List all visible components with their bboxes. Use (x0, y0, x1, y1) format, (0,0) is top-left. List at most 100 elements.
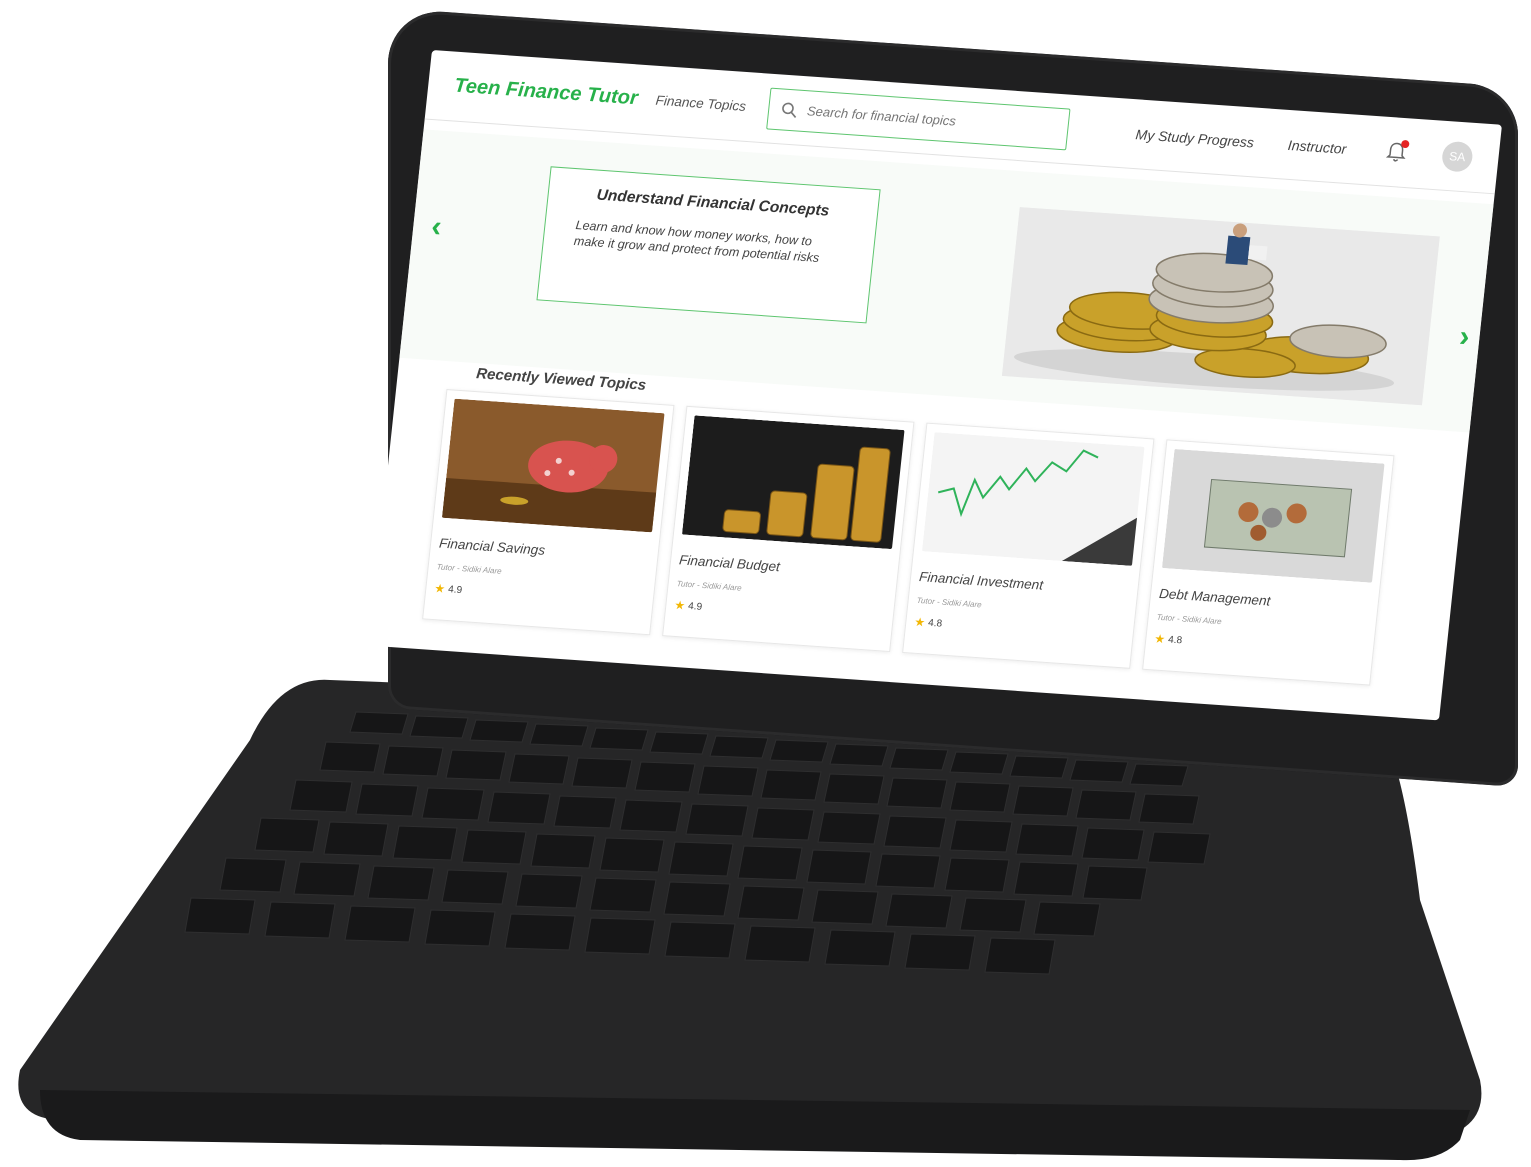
keyboard-key (355, 783, 419, 817)
study-progress-link[interactable]: My Study Progress (1135, 126, 1255, 150)
notification-bell[interactable] (1385, 139, 1410, 163)
topic-card[interactable]: Debt Management Tutor - Sidiki Alare ★ 4… (1142, 439, 1395, 686)
rating-value: 4.8 (1167, 634, 1183, 646)
keyboard-key (421, 787, 485, 821)
topic-rating: ★ 4.9 (674, 598, 885, 627)
star-icon: ★ (673, 598, 686, 613)
search-icon (781, 102, 796, 118)
instructor-link[interactable]: Instructor (1287, 136, 1347, 156)
keyboard-key (1009, 755, 1069, 779)
keyboard-key (737, 845, 803, 881)
topic-rating: ★ 4.8 (1154, 632, 1365, 661)
topic-card[interactable]: Financial Investment Tutor - Sidiki Alar… (902, 422, 1155, 669)
keyboard-key (817, 811, 881, 845)
keyboard-key (824, 929, 896, 967)
keyboard-key (469, 719, 529, 743)
keyboard-key (649, 731, 709, 755)
keyboard-key (619, 799, 683, 833)
stock-chart-image (921, 432, 1145, 566)
topic-tutor: Tutor - Sidiki Alare (436, 562, 503, 576)
keyboard-key (949, 781, 1011, 813)
keyboard-key (409, 715, 469, 739)
notification-dot (1400, 139, 1410, 148)
star-icon: ★ (1153, 631, 1166, 647)
keyboard-key (760, 769, 822, 801)
topic-title: Debt Management (1158, 585, 1272, 609)
keyboard-key (184, 897, 256, 935)
keyboard-key (219, 857, 287, 893)
keyboard-key (264, 901, 336, 939)
topic-title: Financial Budget (678, 552, 781, 575)
keyboard-key (751, 807, 815, 841)
recent-topics-list: Financial Savings Tutor - Sidiki Alare ★… (422, 389, 1395, 686)
topic-title: Financial Investment (918, 569, 1044, 593)
keyboard-key (949, 819, 1013, 853)
search-input[interactable] (806, 103, 1048, 135)
keyboard-key (461, 829, 527, 865)
keyboard-key (589, 727, 649, 751)
keyboard-key (323, 821, 389, 857)
keyboard-key (769, 739, 829, 763)
topic-card[interactable]: Financial Budget Tutor - Sidiki Alare ★ … (662, 405, 915, 653)
keyboard-key (553, 795, 617, 829)
keyboard-key (806, 849, 872, 885)
keyboard-key (811, 889, 879, 925)
keyboard-key (487, 791, 551, 825)
rating-value: 4.8 (927, 617, 943, 630)
carousel-next-button[interactable]: › (1458, 320, 1471, 354)
keyboard-key (829, 743, 889, 767)
keyboard-key (441, 869, 509, 905)
keyboard-key (1012, 785, 1074, 817)
keyboard-key (889, 747, 949, 771)
topic-tutor: Tutor - Sidiki Alare (676, 579, 743, 593)
rating-value: 4.9 (447, 583, 463, 596)
hero-title: Understand Financial Concepts (595, 186, 831, 220)
keyboard-key (392, 825, 458, 861)
keyboard-key (319, 741, 381, 773)
keyboard-key (1138, 793, 1200, 825)
keyboard-key (599, 837, 665, 873)
keyboard-key (382, 745, 444, 777)
search-box[interactable] (765, 87, 1071, 150)
keyboard-key (1075, 789, 1137, 821)
keyboard-key (344, 905, 416, 943)
keyboard-key (1147, 831, 1211, 865)
topic-rating: ★ 4.8 (914, 615, 1125, 644)
keyboard-key (883, 815, 947, 849)
brand-logo[interactable]: Teen Finance Tutor (453, 75, 639, 111)
hero-image-coins (1001, 207, 1440, 406)
dollar-bill-image (1161, 448, 1385, 583)
app-screen: Teen Finance Tutor Finance Topics My Stu… (368, 50, 1502, 721)
keyboard-key (254, 817, 320, 853)
topic-rating: ★ 4.9 (434, 581, 645, 610)
topic-tutor: Tutor - Sidiki Alare (916, 595, 983, 610)
keyboard-key (984, 937, 1056, 975)
keyboard-key (744, 925, 816, 963)
keyboard-key (367, 865, 435, 901)
carousel-prev-button[interactable]: ‹ (430, 210, 443, 244)
keyboard-key (737, 885, 805, 921)
hero-text-card: Understand Financial Concepts Learn and … (536, 166, 881, 324)
keyboard-key (1013, 861, 1079, 897)
coin-stacks-image (681, 415, 905, 550)
rating-value: 4.9 (687, 600, 703, 613)
topic-card[interactable]: Financial Savings Tutor - Sidiki Alare ★… (422, 389, 675, 636)
keyboard-key (571, 757, 633, 789)
keyboard-key (424, 909, 496, 947)
piggy-bank-image (441, 398, 665, 533)
keyboard-key (885, 893, 953, 929)
keyboard-key (664, 921, 736, 959)
keyboard-key (1069, 759, 1129, 783)
keyboard-key (508, 753, 570, 785)
keyboard-key (1015, 823, 1079, 857)
star-icon: ★ (433, 581, 446, 596)
keyboard-key (886, 777, 948, 809)
keyboard-key (1033, 901, 1101, 937)
avatar[interactable]: SA (1440, 140, 1474, 173)
keyboard-key (668, 841, 734, 877)
keyboard-key (663, 881, 731, 917)
keyboard-key (949, 751, 1009, 775)
keyboard-key (709, 735, 769, 759)
finance-topics-link[interactable]: Finance Topics (655, 93, 747, 114)
keyboard-key (515, 873, 583, 909)
